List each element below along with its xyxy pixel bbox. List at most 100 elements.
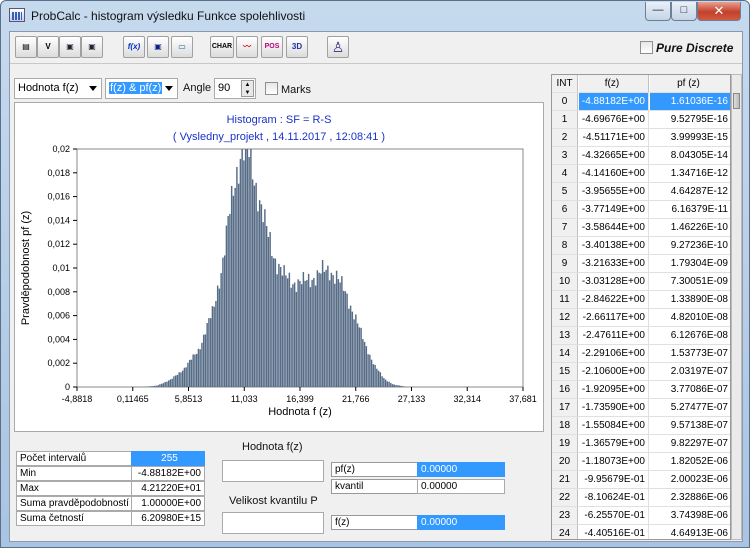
histogram-bar bbox=[290, 287, 292, 387]
table-scrollbar[interactable] bbox=[731, 74, 742, 540]
disk-icon[interactable]: ▣ bbox=[147, 36, 169, 58]
close-button[interactable]: ✕ bbox=[697, 2, 741, 21]
histogram-bar bbox=[393, 384, 396, 387]
histogram-bar bbox=[334, 283, 336, 387]
table-row[interactable]: 21 -9.95679E-01 2.00023E-06 bbox=[552, 471, 730, 489]
kvantil-value[interactable]: 0.00000 bbox=[417, 479, 505, 494]
column-header[interactable]: f(z) bbox=[579, 75, 649, 92]
table-row[interactable]: 12 -2.66117E+00 4.82010E-08 bbox=[552, 309, 730, 327]
histogram-bar bbox=[164, 381, 166, 387]
table-cell: 3.74398E-06 bbox=[670, 510, 728, 521]
char-icon[interactable]: CHAR bbox=[210, 36, 234, 58]
3d-icon[interactable]: 3D bbox=[286, 36, 308, 58]
mode-select[interactable]: f(z) & pf(z) bbox=[105, 78, 178, 99]
column-header[interactable]: pf (z) bbox=[650, 75, 730, 92]
table-row[interactable]: 3 -4.32665E+00 8.04305E-14 bbox=[552, 147, 730, 165]
data-table[interactable]: INT f(z) pf (z) 0 -4.88182E+00 1.61036E-16 1 -4… bbox=[551, 74, 731, 540]
histogram-bar bbox=[276, 274, 278, 387]
table-row[interactable]: 6 -3.77149E+00 6.16379E-11 bbox=[552, 201, 730, 219]
spinner-arrows-icon[interactable]: ▲ ▼ bbox=[241, 80, 254, 97]
save-icon[interactable]: ▣ bbox=[59, 36, 81, 58]
table-row[interactable]: 20 -1.18073E+00 1.82052E-06 bbox=[552, 453, 730, 471]
minimize-button[interactable]: — bbox=[645, 2, 671, 21]
v-icon[interactable]: V bbox=[37, 36, 59, 58]
histogram-bar bbox=[370, 359, 373, 387]
table-row[interactable]: 24 -4.40516E-01 4.64913E-06 bbox=[552, 525, 730, 539]
save-as-icon[interactable]: ▣ bbox=[81, 36, 103, 58]
table-cell: 1.61036E-16 bbox=[650, 93, 730, 110]
rectangle-icon[interactable]: ▭ bbox=[171, 36, 193, 58]
table-cell: -6.25570E-01 bbox=[579, 507, 649, 524]
histogram-bar bbox=[194, 354, 196, 387]
stats-max-value: 4.21220E+01 bbox=[131, 481, 205, 496]
histogram-bar bbox=[176, 374, 179, 387]
table-row[interactable]: 13 -2.47611E+00 6.12676E-08 bbox=[552, 327, 730, 345]
page-icon[interactable]: ▤ bbox=[15, 36, 37, 58]
table-cell: -4.14160E+00 bbox=[579, 165, 649, 182]
table-row[interactable]: 10 -3.03128E+00 7.30051E-09 bbox=[552, 273, 730, 291]
table-row[interactable]: 19 -1.36579E+00 9.82297E-07 bbox=[552, 435, 730, 453]
table-row[interactable]: 5 -3.95655E+00 4.64287E-12 bbox=[552, 183, 730, 201]
table-row[interactable]: 7 -3.58644E+00 1.46226E-10 bbox=[552, 219, 730, 237]
table-row[interactable]: 4 -4.14160E+00 1.34716E-12 bbox=[552, 165, 730, 183]
angle-spinner[interactable]: 90 ▲ ▼ bbox=[214, 78, 256, 99]
histogram-bar bbox=[309, 287, 312, 387]
marks-checkbox[interactable]: Marks bbox=[265, 82, 311, 96]
table-row[interactable]: 16 -1.92095E+00 3.77086E-07 bbox=[552, 381, 730, 399]
table-row[interactable]: 1 -4.69676E+00 9.52795E-16 bbox=[552, 111, 730, 129]
table-cell: -1.18073E+00 bbox=[579, 453, 649, 470]
table-cell: -2.29106E+00 bbox=[579, 345, 649, 362]
stats-header-value[interactable]: 255 bbox=[131, 451, 205, 466]
histogram-bar bbox=[302, 271, 305, 387]
formula-icon[interactable]: f(x) bbox=[123, 36, 145, 58]
table-cell: -9.95679E-01 bbox=[579, 471, 649, 488]
table-cell: 3 bbox=[552, 147, 578, 164]
histogram-bar bbox=[239, 158, 242, 387]
table-cell: 7 bbox=[552, 219, 578, 236]
histogram-bar bbox=[209, 318, 212, 387]
histogram-bar bbox=[295, 291, 298, 387]
histogram-bar bbox=[269, 231, 271, 387]
fz-value[interactable]: 0.00000 bbox=[417, 515, 505, 530]
table-row[interactable]: 11 -2.84622E+00 1.33890E-08 bbox=[552, 291, 730, 309]
y-tick-label: 0 bbox=[65, 382, 70, 392]
table-row[interactable]: 22 -8.10624E-01 2.32886E-06 bbox=[552, 489, 730, 507]
person-icon[interactable]: ♙ bbox=[327, 36, 349, 58]
table-row[interactable]: 2 -4.51171E+00 3.99993E-15 bbox=[552, 129, 730, 147]
pure-discrete-checkbox[interactable]: Pure Discrete bbox=[640, 41, 733, 55]
histogram-bar bbox=[339, 282, 341, 387]
pf-value[interactable]: 0.00000 bbox=[417, 462, 505, 477]
histogram-bar bbox=[391, 384, 394, 387]
table-cell: -8.10624E-01 bbox=[579, 489, 649, 506]
wave-icon[interactable]: 〰 bbox=[236, 36, 258, 58]
title-bar[interactable]: ProbCalc - histogram výsledku Funkce spo… bbox=[1, 1, 749, 31]
quantile-input[interactable] bbox=[222, 512, 324, 534]
table-row[interactable]: 8 -3.40138E+00 9.27236E-10 bbox=[552, 237, 730, 255]
histogram-bar bbox=[255, 182, 257, 387]
table-row[interactable]: 23 -6.25570E-01 3.74398E-06 bbox=[552, 507, 730, 525]
table-row[interactable]: 18 -1.55084E+00 9.57138E-07 bbox=[552, 417, 730, 435]
table-cell: -3.21633E+00 bbox=[579, 255, 649, 272]
histogram-bar bbox=[390, 383, 392, 387]
table-cell: 6 bbox=[552, 201, 578, 218]
histogram-bar bbox=[153, 385, 156, 387]
chart-subtitle: ( Vysledny_projekt , 14.11.2017 , 12:08:… bbox=[173, 131, 385, 143]
column-header[interactable]: INT bbox=[552, 75, 578, 92]
pos-icon[interactable]: POS bbox=[261, 36, 283, 58]
histogram-bar bbox=[293, 282, 296, 387]
table-row[interactable]: 0 -4.88182E+00 1.61036E-16 bbox=[552, 93, 730, 111]
table-row[interactable]: 14 -2.29106E+00 1.53773E-07 bbox=[552, 345, 730, 363]
histogram-bar bbox=[327, 265, 329, 387]
table-cell: 12 bbox=[552, 309, 578, 326]
histogram-bar bbox=[395, 385, 397, 387]
value-input[interactable] bbox=[222, 460, 324, 482]
table-cell: 5.27477E-07 bbox=[670, 402, 728, 413]
maximize-button[interactable]: □ bbox=[671, 2, 697, 21]
table-row[interactable]: 15 -2.10600E+00 2.03197E-07 bbox=[552, 363, 730, 381]
table-row[interactable]: 9 -3.21633E+00 1.79304E-09 bbox=[552, 255, 730, 273]
variable-select[interactable]: Hodnota f(z) bbox=[14, 78, 102, 99]
histogram-bar bbox=[342, 290, 345, 387]
scrollbar-thumb[interactable] bbox=[733, 93, 740, 109]
table-cell: 21 bbox=[552, 471, 578, 488]
table-row[interactable]: 17 -1.73590E+00 5.27477E-07 bbox=[552, 399, 730, 417]
